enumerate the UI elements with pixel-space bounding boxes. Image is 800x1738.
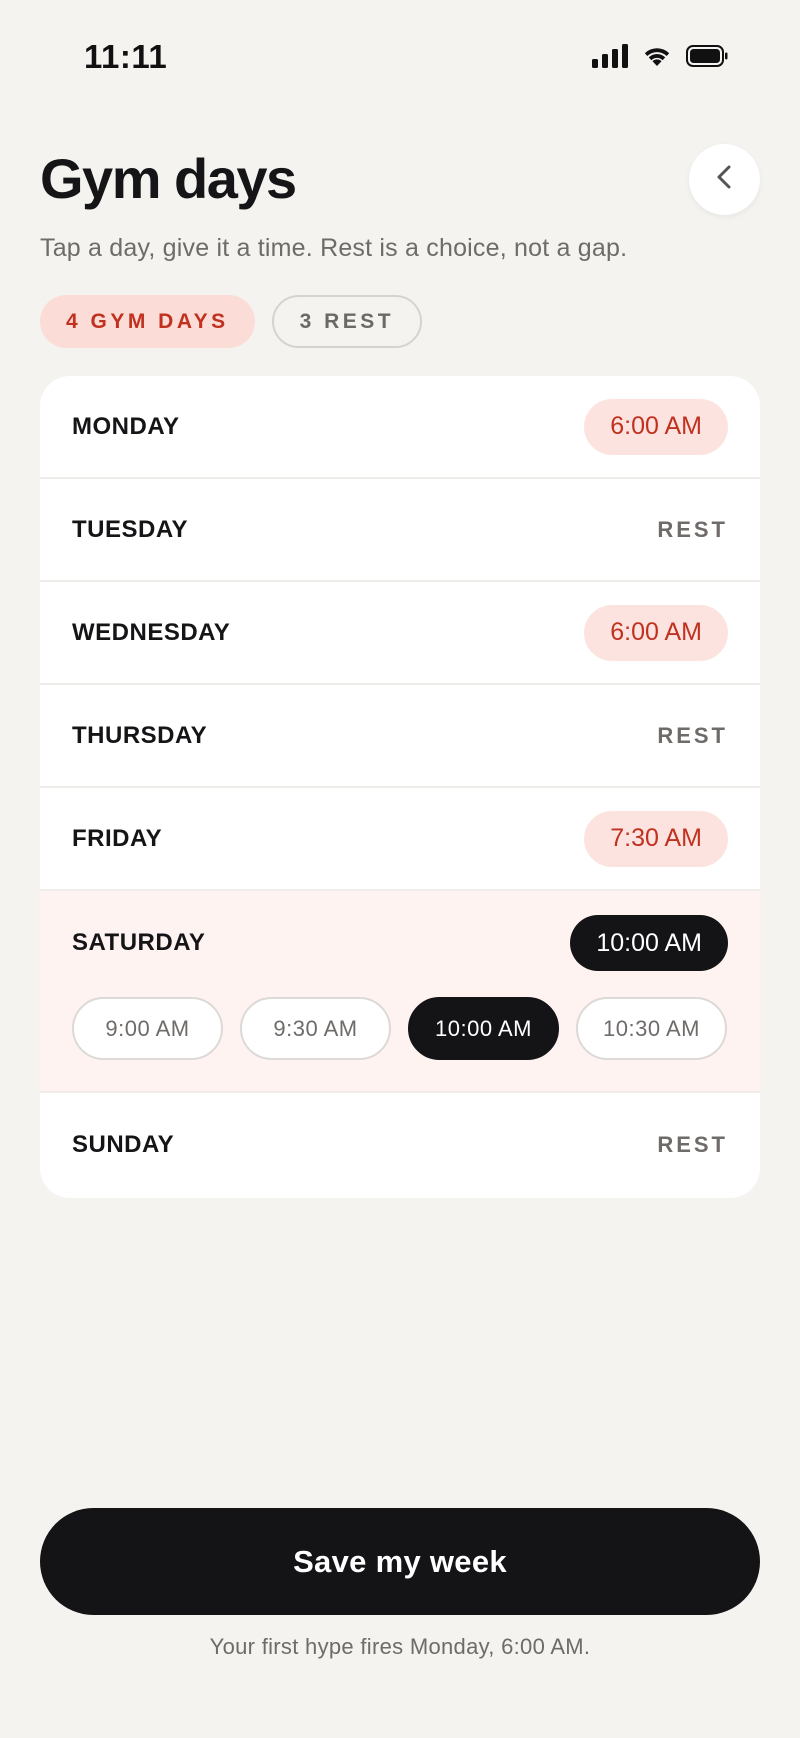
day-row-friday[interactable]: FRIDAY 7:30 AM (40, 788, 760, 891)
status-time: 11:11 (84, 38, 168, 75)
day-time-pill[interactable]: 6:00 AM (584, 604, 728, 661)
day-name: MONDAY (72, 412, 180, 440)
back-button[interactable] (689, 144, 760, 215)
day-row-wednesday[interactable]: WEDNESDAY 6:00 AM (40, 582, 760, 685)
day-time-pill[interactable]: 7:30 AM (584, 810, 728, 867)
day-row-saturday[interactable]: SATURDAY 10:00 AM 9:00 AM 9:30 AM 10:00 … (40, 891, 760, 1093)
rest-label: REST (657, 722, 728, 748)
time-options: 9:00 AM 9:30 AM 10:00 AM 10:30 AM (72, 997, 728, 1060)
wifi-icon (642, 44, 672, 68)
chevron-left-icon (711, 163, 739, 196)
day-row-sunday[interactable]: SUNDAY REST (40, 1093, 760, 1196)
week-summary: 4 GYM DAYS 3 REST (40, 295, 423, 348)
cellular-signal-icon (592, 44, 628, 68)
day-name: SATURDAY (72, 929, 206, 956)
day-time-pill-selected[interactable]: 10:00 AM (570, 915, 728, 971)
rest-label: REST (657, 1131, 728, 1157)
time-option[interactable]: 9:30 AM (240, 997, 391, 1060)
day-row-header: SATURDAY 10:00 AM (72, 915, 728, 971)
status-bar: 11:11 (0, 0, 800, 118)
save-week-button[interactable]: Save my week (40, 1508, 760, 1615)
page-title: Gym days (40, 147, 297, 210)
time-option-selected[interactable]: 10:00 AM (408, 997, 559, 1060)
time-option[interactable]: 10:30 AM (576, 997, 727, 1060)
day-name: SUNDAY (72, 1130, 175, 1158)
day-name: THURSDAY (72, 721, 208, 749)
week-schedule-card: MONDAY 6:00 AM TUESDAY REST WEDNESDAY 6:… (40, 376, 760, 1198)
rest-label: REST (657, 516, 728, 542)
day-row-tuesday[interactable]: TUESDAY REST (40, 479, 760, 582)
day-row-thursday[interactable]: THURSDAY REST (40, 685, 760, 788)
day-name: FRIDAY (72, 824, 163, 852)
day-name: WEDNESDAY (72, 618, 231, 646)
day-time-pill[interactable]: 6:00 AM (584, 398, 728, 455)
status-icons (592, 44, 728, 68)
page-subtitle: Tap a day, give it a time. Rest is a cho… (40, 234, 628, 262)
gym-days-badge: 4 GYM DAYS (40, 295, 255, 348)
day-name: TUESDAY (72, 515, 188, 543)
rest-days-badge: 3 REST (271, 295, 423, 348)
time-option[interactable]: 9:00 AM (72, 997, 223, 1060)
battery-icon (686, 45, 728, 67)
day-row-monday[interactable]: MONDAY 6:00 AM (40, 376, 760, 479)
first-hype-note: Your first hype fires Monday, 6:00 AM. (209, 1634, 591, 1659)
